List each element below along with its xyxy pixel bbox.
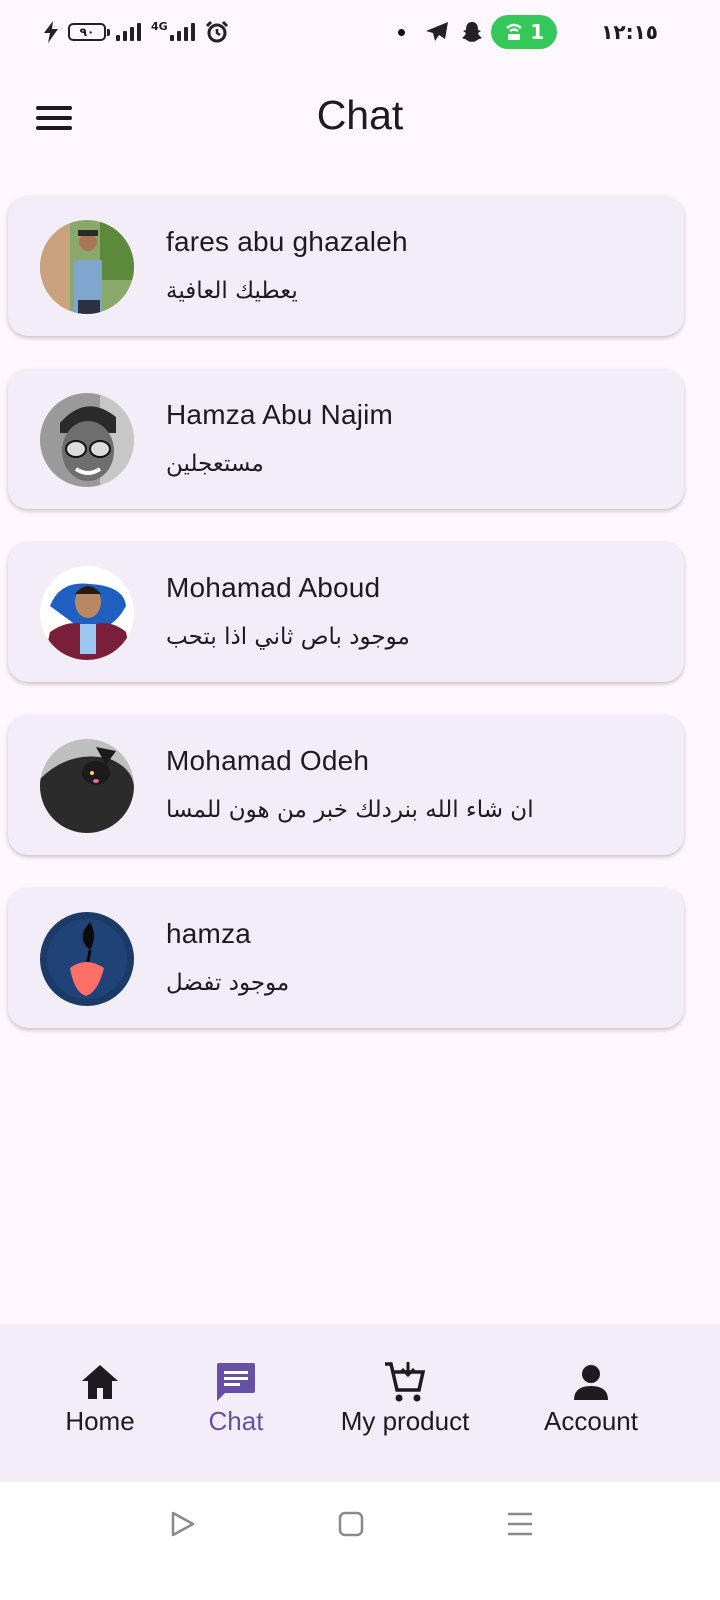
hotspot-icon bbox=[506, 23, 523, 40]
chat-item[interactable]: fares abu ghazaleh يعطيك العافية bbox=[8, 196, 684, 336]
cart-icon bbox=[385, 1362, 426, 1402]
chat-last-message: موجود باص ثاني اذا بتحب bbox=[166, 624, 410, 650]
chat-item[interactable]: Mohamad Aboud موجود باص ثاني اذا بتحب bbox=[8, 542, 684, 682]
chat-last-message: موجود تفضل bbox=[166, 970, 290, 996]
home-icon bbox=[82, 1365, 118, 1399]
telegram-icon bbox=[426, 22, 449, 41]
snapchat-icon bbox=[462, 22, 483, 42]
battery-icon: ٩٠ bbox=[68, 23, 110, 41]
chat-item[interactable]: hamza موجود تفضل bbox=[8, 888, 684, 1028]
hotspot-count: 1 bbox=[530, 20, 545, 44]
avatar bbox=[40, 220, 134, 314]
charging-bolt-icon bbox=[44, 21, 58, 43]
bottom-navigation: Home Chat My product Account bbox=[0, 1324, 720, 1482]
status-time: ١٢:١٥ bbox=[601, 20, 658, 44]
battery-level: ٩٠ bbox=[79, 25, 95, 39]
nav-item-account[interactable]: Account bbox=[536, 1360, 646, 1437]
avatar bbox=[40, 739, 134, 833]
nav-item-my-product[interactable]: My product bbox=[330, 1360, 480, 1437]
alarm-icon bbox=[205, 20, 228, 43]
avatar bbox=[40, 393, 134, 487]
status-bar: ٩٠ 4G 1 ١٢:١٥ bbox=[0, 0, 720, 64]
avatar bbox=[40, 912, 134, 1006]
recents-menu-icon[interactable] bbox=[506, 1510, 534, 1538]
hotspot-badge: 1 bbox=[491, 15, 558, 49]
nav-label-account: Account bbox=[544, 1406, 638, 1436]
chat-name: fares abu ghazaleh bbox=[166, 226, 408, 257]
signal-strength-icon bbox=[116, 23, 141, 41]
chat-name: Mohamad Aboud bbox=[166, 572, 381, 603]
notification-dot-icon bbox=[398, 28, 406, 36]
home-square-icon[interactable] bbox=[338, 1510, 364, 1538]
nav-item-home[interactable]: Home bbox=[58, 1360, 142, 1437]
nav-label-my-product: My product bbox=[340, 1406, 470, 1436]
chat-list: fares abu ghazaleh يعطيك العافية Hamza A… bbox=[8, 196, 684, 1061]
chat-last-message: ان شاء الله بنردلك خبر من هون للمسا bbox=[166, 797, 534, 823]
nav-label-home: Home bbox=[65, 1406, 135, 1436]
avatar bbox=[40, 566, 134, 660]
back-triangle-icon[interactable] bbox=[170, 1510, 196, 1538]
chat-last-message: مستعجلين bbox=[166, 451, 264, 477]
nav-item-chat[interactable]: Chat bbox=[200, 1360, 272, 1437]
signal-strength-2-icon bbox=[169, 23, 195, 41]
page-title: Chat bbox=[316, 92, 404, 138]
nav-label-chat: Chat bbox=[208, 1406, 264, 1436]
chat-name: Hamza Abu Najim bbox=[166, 399, 394, 430]
chat-icon bbox=[217, 1363, 255, 1401]
network-type: 4G bbox=[151, 19, 168, 33]
chat-name: hamza bbox=[166, 918, 252, 949]
chat-name: Mohamad Odeh bbox=[166, 745, 370, 776]
app-bar: Chat bbox=[0, 64, 720, 168]
chat-item[interactable]: Mohamad Odeh ان شاء الله بنردلك خبر من ه… bbox=[8, 715, 684, 855]
chat-item[interactable]: Hamza Abu Najim مستعجلين bbox=[8, 369, 684, 509]
account-icon bbox=[574, 1365, 608, 1400]
chat-last-message: يعطيك العافية bbox=[166, 278, 298, 304]
system-navigation-bar bbox=[0, 1482, 720, 1600]
